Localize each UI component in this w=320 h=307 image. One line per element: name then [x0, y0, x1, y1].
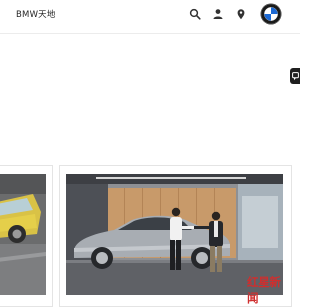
- top-header: BMW天地: [0, 0, 300, 34]
- brand-title[interactable]: BMW天地: [16, 8, 56, 20]
- watermark-text: 红星新闻: [247, 275, 281, 305]
- yellow-car-partial-photo: [0, 174, 46, 295]
- location-pin-icon[interactable]: [235, 8, 247, 20]
- feedback-icon: [291, 71, 299, 80]
- article-card-showroom[interactable]: 红星新闻: [59, 165, 292, 307]
- article-card-left[interactable]: [0, 165, 53, 307]
- bmw-logo[interactable]: [260, 3, 282, 25]
- search-icon[interactable]: [189, 8, 201, 20]
- user-icon[interactable]: [212, 8, 224, 20]
- feedback-tab[interactable]: [290, 68, 300, 84]
